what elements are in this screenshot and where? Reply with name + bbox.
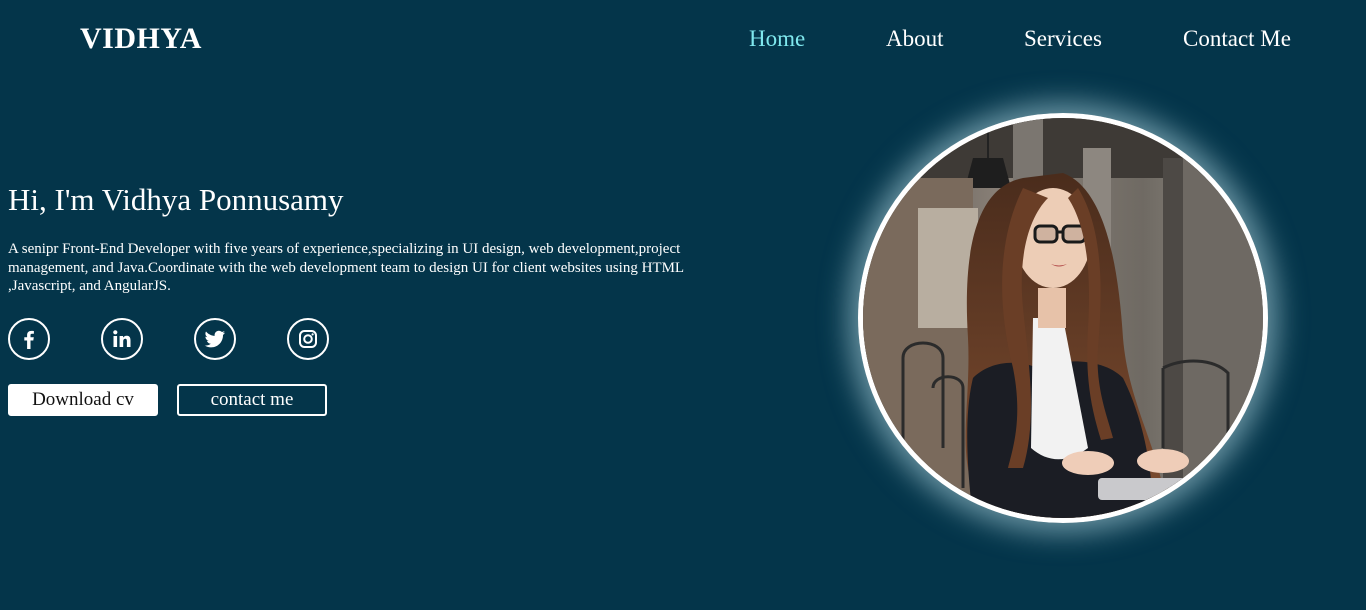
twitter-link[interactable]: [194, 318, 236, 360]
facebook-icon: [24, 330, 34, 349]
main-nav: Home About Services Contact Me: [0, 26, 1366, 56]
contact-me-button[interactable]: contact me: [177, 384, 327, 416]
nav-link-services[interactable]: Services: [1024, 26, 1102, 52]
linkedin-icon: [113, 330, 131, 347]
facebook-link[interactable]: [8, 318, 50, 360]
nav-link-home[interactable]: Home: [749, 26, 805, 52]
profile-photo-illustration: [863, 118, 1263, 518]
page: VIDHYA Home About Services Contact Me Hi…: [0, 0, 1366, 610]
twitter-icon: [204, 330, 225, 348]
profile-photo-frame: [858, 113, 1268, 523]
nav-link-about[interactable]: About: [886, 26, 944, 52]
instagram-icon: [299, 330, 317, 348]
download-cv-button[interactable]: Download cv: [8, 384, 158, 416]
instagram-link[interactable]: [287, 318, 329, 360]
hero-description: A senipr Front-End Developer with five y…: [8, 241, 684, 294]
linkedin-link[interactable]: [101, 318, 143, 360]
profile-photo: [858, 113, 1268, 523]
hero-title: Hi, I'm Vidhya Ponnusamy: [8, 182, 344, 217]
nav-link-contact[interactable]: Contact Me: [1183, 26, 1291, 52]
